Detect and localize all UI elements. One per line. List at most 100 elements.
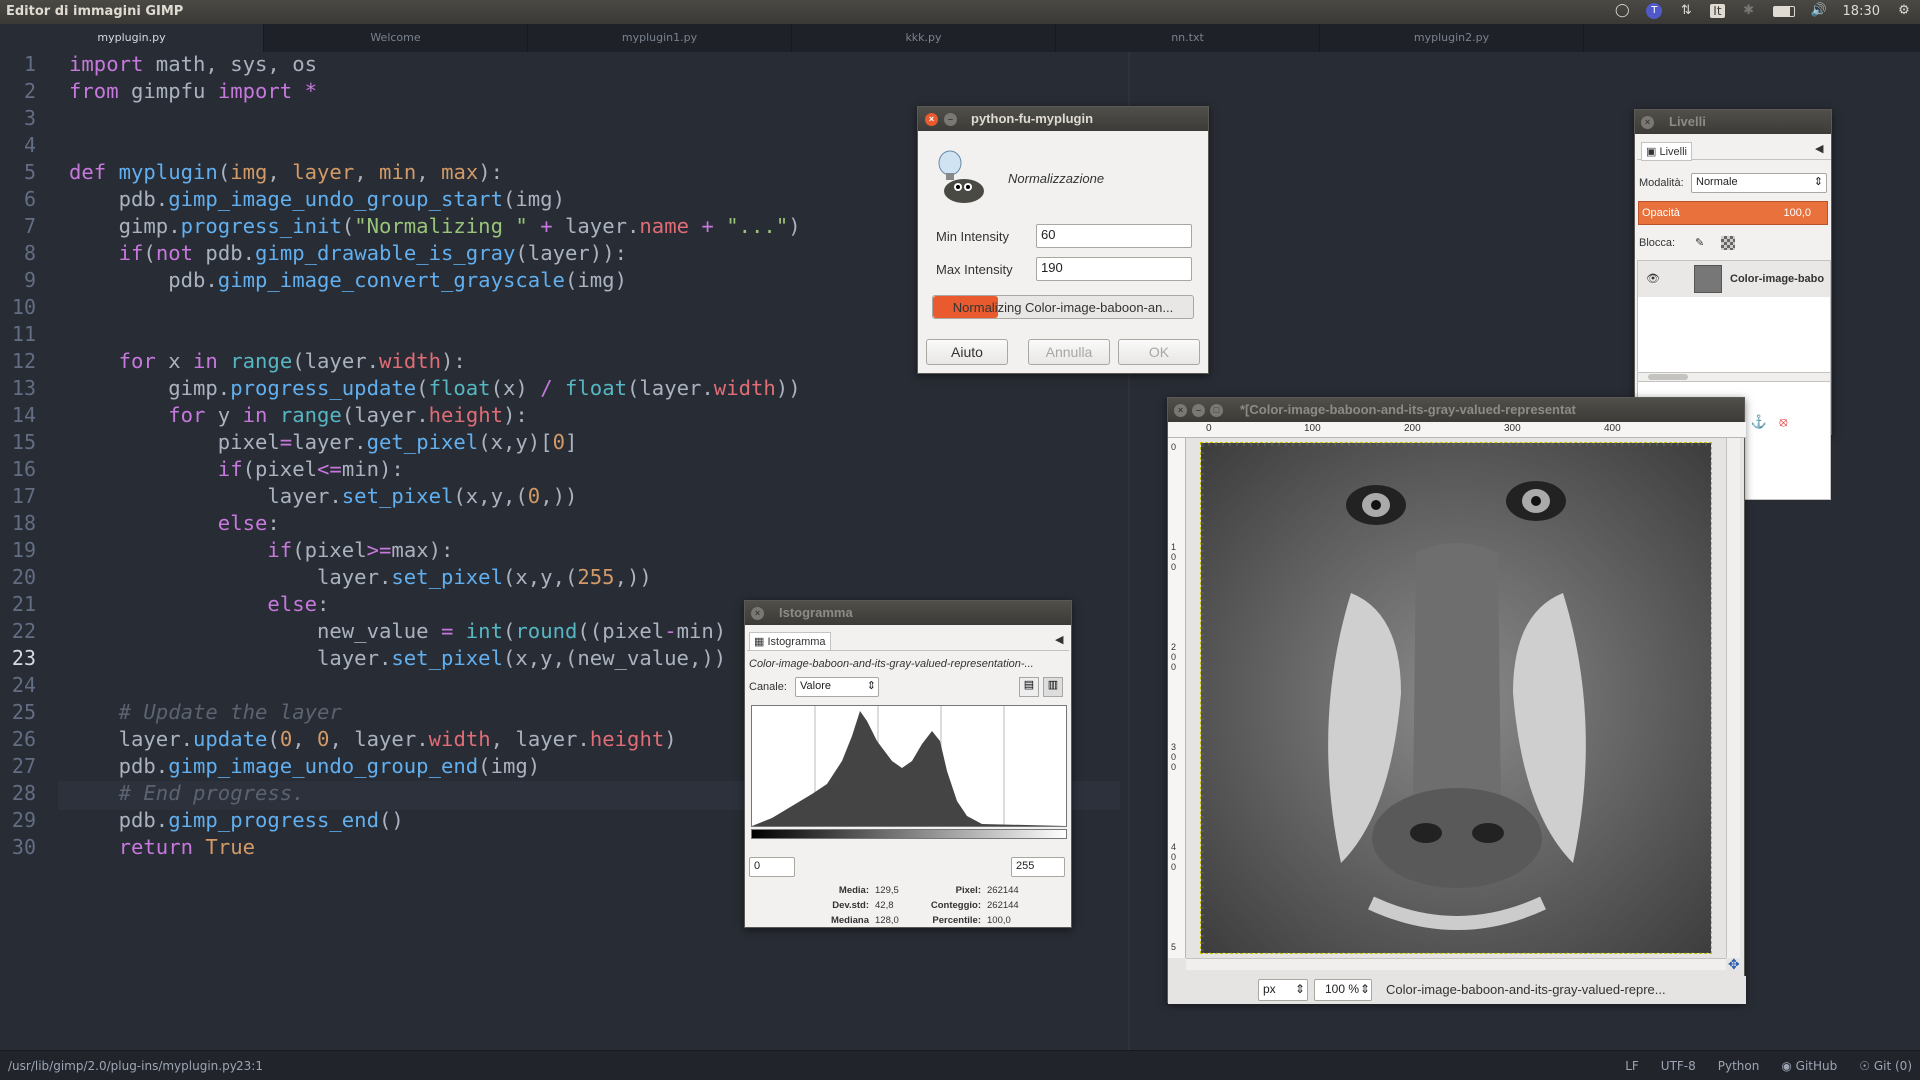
line-number[interactable]: 24 [12,673,36,697]
line-number[interactable]: 5 [24,160,36,184]
line-number[interactable]: 22 [12,619,36,643]
unit-select[interactable]: px ⇕ [1258,979,1308,1001]
opacity-value: 100,0 [1783,207,1811,219]
grammar[interactable]: Python [1718,1059,1760,1073]
line-number[interactable]: 3 [24,106,36,130]
line-number[interactable]: 16 [12,457,36,481]
file-path[interactable]: /usr/lib/gimp/2.0/plug-ins/myplugin.py [8,1059,237,1073]
close-icon[interactable]: × [1174,404,1187,417]
clock[interactable]: 18:30 [1843,4,1880,19]
cursor-position[interactable]: 23:1 [236,1059,263,1073]
close-icon[interactable]: × [1641,116,1654,129]
layers-titlebar: × Livelli [1635,110,1831,134]
close-icon[interactable]: × [925,113,938,126]
navigate-icon[interactable]: ✥ [1728,956,1740,973]
line-number[interactable]: 29 [12,808,36,832]
layer-name[interactable]: Color-image-babo [1730,273,1828,285]
git-button[interactable]: ☉ Git (0) [1859,1059,1912,1073]
eye-icon[interactable]: 👁 [1646,272,1660,285]
minimize-icon[interactable]: – [1192,404,1205,417]
line-number[interactable]: 1 [24,52,36,76]
ok-button[interactable]: OK [1118,339,1200,365]
tab-myplugin[interactable]: myplugin.py [0,24,264,52]
range-min-field[interactable]: 0 [749,857,795,877]
line-ending[interactable]: LF [1625,1059,1639,1073]
image-vscrollbar[interactable] [1726,438,1740,958]
line-number[interactable]: 4 [24,133,36,157]
tab-myplugin2[interactable]: myplugin2.py [1320,24,1584,52]
zoom-select[interactable]: 100 % ⇕ [1314,979,1372,1001]
github-button[interactable]: ◉ GitHub [1781,1059,1837,1073]
lock-alpha-icon[interactable] [1721,236,1735,250]
cancel-button[interactable]: Annulla [1028,339,1110,365]
maximize-icon[interactable]: □ [1210,404,1223,417]
line-number[interactable]: 26 [12,727,36,751]
tab-layers[interactable]: ▣ Livelli [1641,142,1692,161]
help-button[interactable]: Aiuto [926,339,1008,365]
min-intensity-field[interactable]: 60 [1036,224,1192,248]
delete-layer-icon[interactable]: ⦻ [1779,414,1788,430]
line-number[interactable]: 21 [12,592,36,616]
line-number[interactable]: 11 [12,322,36,346]
volume-icon[interactable]: 🔊 [1811,3,1827,19]
image-canvas[interactable] [1200,442,1712,954]
layers-hscrollbar[interactable] [1637,372,1831,382]
gear-icon[interactable]: ⚙ [1896,3,1912,19]
line-number[interactable]: 20 [12,565,36,589]
mode-label: Modalità: [1639,177,1684,189]
line-number[interactable]: 14 [12,403,36,427]
line-number[interactable]: 28 [12,781,36,805]
histogram-titlebar: × Istogramma [745,601,1071,625]
mode-select[interactable]: Normale ⇕ [1691,173,1827,193]
line-number[interactable]: 8 [24,241,36,265]
channel-select[interactable]: Valore ⇕ [795,677,879,697]
line-number[interactable]: 23 [12,646,36,670]
line-number[interactable]: 13 [12,376,36,400]
histogram-dock: × Istogramma ▦ Istogramma ◀ Color-image-… [744,600,1072,928]
ruler-top[interactable]: 0 100 200 300 400 [1168,422,1746,438]
line-number[interactable]: 15 [12,430,36,454]
histogram-graph[interactable] [751,705,1067,827]
line-number[interactable]: 30 [12,835,36,859]
opacity-slider[interactable]: Opacità 100,0 [1638,201,1828,225]
lock-pixels-icon[interactable]: ✎ [1695,236,1704,249]
close-icon[interactable]: × [751,607,764,620]
keyboard-layout-indicator[interactable]: It [1710,4,1725,18]
minimize-icon[interactable]: – [944,113,957,126]
code-line: pixel=layer.get_pixel(x,y)[0] [69,430,578,454]
tab-histogram[interactable]: ▦ Istogramma [749,632,831,651]
tab-nn[interactable]: nn.txt [1056,24,1320,52]
battery-icon[interactable] [1772,5,1795,17]
log-scale-icon[interactable]: ▥ [1043,677,1063,697]
max-intensity-label: Max Intensity [936,262,1013,277]
encoding[interactable]: UTF-8 [1661,1059,1696,1073]
line-number[interactable]: 2 [24,79,36,103]
tab-kkk[interactable]: kkk.py [792,24,1056,52]
line-number[interactable]: 19 [12,538,36,562]
line-number[interactable]: 10 [12,295,36,319]
line-number[interactable]: 6 [24,187,36,211]
tab-welcome[interactable]: Welcome [264,24,528,52]
lightbulb-icon[interactable]: ◯ [1614,3,1630,19]
line-number[interactable]: 25 [12,700,36,724]
image-hscrollbar[interactable] [1186,958,1726,970]
tab-menu-icon[interactable]: ◀ [1815,142,1823,155]
max-intensity-field[interactable]: 190 [1036,257,1192,281]
line-number[interactable]: 12 [12,349,36,373]
bluetooth-icon[interactable]: ✱ [1741,3,1757,19]
range-max-field[interactable]: 255 [1011,857,1065,877]
layer-row[interactable]: 👁 Color-image-babo [1638,261,1830,297]
anchor-layer-icon[interactable]: ⚓ [1751,414,1767,430]
line-number[interactable]: 9 [24,268,36,292]
tab-menu-icon[interactable]: ◀ [1055,633,1063,646]
tab-myplugin1[interactable]: myplugin1.py [528,24,792,52]
line-number[interactable]: 17 [12,484,36,508]
ruler-left[interactable]: 0 1 0 0 2 0 0 3 0 0 4 0 0 5 [1168,438,1186,958]
teams-icon[interactable]: T [1646,3,1663,19]
code-line: return True [118,835,256,859]
line-number[interactable]: 27 [12,754,36,778]
network-icon[interactable]: ⇅ [1678,3,1694,19]
linear-scale-icon[interactable]: ▤ [1019,677,1039,697]
line-number[interactable]: 7 [24,214,36,238]
line-number[interactable]: 18 [12,511,36,535]
